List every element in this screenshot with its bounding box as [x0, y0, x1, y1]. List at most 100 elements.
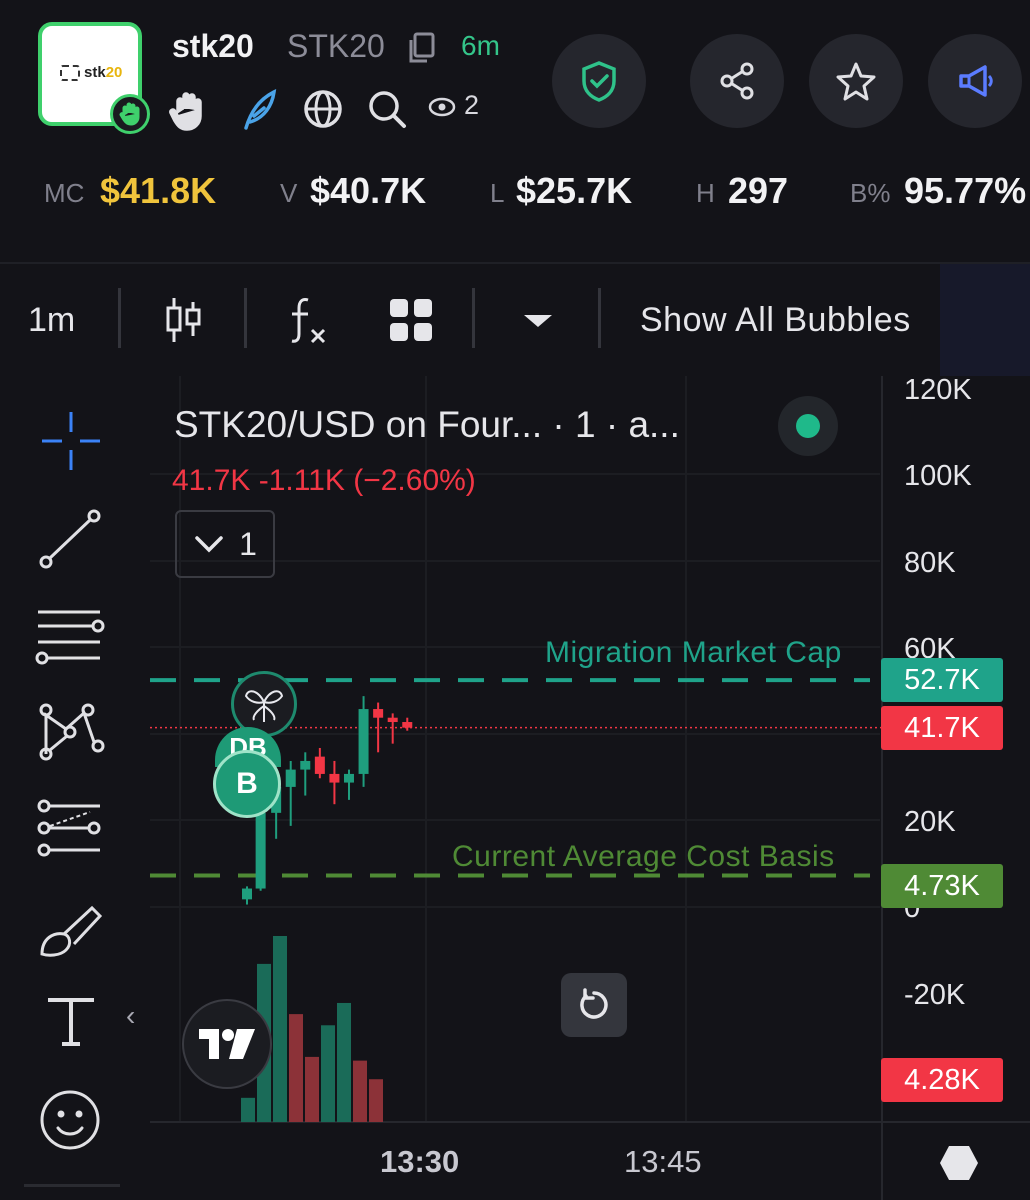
candle-body	[402, 722, 413, 728]
bonding-value: 95.77%	[904, 170, 1027, 211]
home-indicator	[24, 1184, 120, 1187]
logo-mark-icon	[60, 64, 80, 81]
text-tool-icon[interactable]	[44, 994, 98, 1055]
reset-icon	[580, 988, 608, 1019]
globe-icon[interactable]	[302, 88, 344, 135]
security-shield-button[interactable]	[552, 34, 646, 128]
layout-grid-button[interactable]	[388, 292, 434, 348]
search-icon[interactable]	[366, 88, 408, 135]
logo-text-a: stk	[84, 64, 106, 81]
y-tick-label: 100K	[904, 460, 972, 492]
share-button[interactable]	[690, 34, 784, 128]
crosshair-icon[interactable]	[38, 408, 104, 479]
reset-chart-button[interactable]	[561, 973, 627, 1037]
token-header: stk20 stk20 STK20 6m 2 MC $41.8K V $40.7…	[0, 0, 1030, 260]
grid-icon	[390, 299, 432, 341]
toolbar-overflow-fade	[940, 264, 1030, 376]
interval-label: 1m	[28, 300, 76, 339]
chart-settings-icon[interactable]	[938, 1144, 980, 1187]
star-icon	[836, 62, 876, 101]
hand-wave-icon[interactable]	[168, 88, 212, 137]
candlestick-icon	[166, 298, 201, 342]
x-tick-label: 13:45	[624, 1144, 702, 1179]
indicators-button[interactable]	[286, 292, 330, 348]
candle-body	[255, 812, 266, 889]
toolbar-separator	[118, 288, 121, 348]
token-name: stk20	[172, 28, 254, 64]
volume-bar	[289, 1014, 303, 1122]
holders-value: 297	[728, 170, 789, 211]
show-all-bubbles-label: Show All Bubbles	[640, 300, 911, 339]
candle-body	[314, 756, 325, 774]
candle-type-button[interactable]	[162, 292, 204, 348]
share-icon	[720, 62, 754, 100]
token-logo[interactable]: stk20	[38, 22, 150, 134]
volume-bar	[273, 936, 287, 1122]
indicator-count: 1	[239, 525, 257, 562]
megaphone-icon	[959, 65, 993, 97]
interval-selector[interactable]: 1m	[28, 292, 75, 348]
y-tick-label: 80K	[904, 547, 956, 579]
copy-icon[interactable]	[406, 32, 436, 69]
y-tick-label: 20K	[904, 806, 956, 838]
more-dropdown-button[interactable]	[520, 292, 556, 348]
volume-price-tag: 4.28K	[881, 1058, 1003, 1102]
volume-bar	[369, 1079, 383, 1122]
indicator-legend-toggle[interactable]: 1	[175, 510, 275, 578]
feather-icon[interactable]	[240, 88, 280, 137]
candle-body	[387, 717, 398, 723]
bonding-label: B%	[850, 178, 891, 208]
buy-bubble[interactable]: B	[213, 750, 281, 818]
token-ticker: STK20	[287, 28, 385, 64]
horizontal-lines-icon[interactable]	[34, 604, 106, 673]
chart-quote: 41.7K -1.11K (−2.60%)	[172, 464, 476, 497]
market-status-dot[interactable]	[778, 396, 838, 456]
volume-bar	[241, 1097, 255, 1122]
eye-icon	[428, 96, 456, 123]
volume-bar	[337, 1002, 351, 1122]
volume-value: $40.7K	[310, 170, 427, 211]
favorite-button[interactable]	[809, 34, 903, 128]
toolbar-separator	[598, 288, 601, 348]
migration-market-cap-label: Migration Market Cap	[545, 636, 842, 669]
x-tick-label: 13:30	[380, 1144, 460, 1179]
candle-body	[343, 773, 354, 783]
fairy-avatar-icon	[244, 690, 284, 722]
volume-label: V	[280, 178, 298, 208]
token-age: 6m	[461, 30, 500, 61]
tradingview-logo[interactable]	[182, 999, 272, 1089]
watch-count: 2	[464, 90, 480, 120]
collapse-toolbar-icon[interactable]: ‹	[126, 1000, 135, 1032]
logo-wordmark: stk20	[60, 64, 122, 81]
volume-bar	[321, 1025, 335, 1122]
logo-text-b: 20	[105, 64, 123, 81]
caret-down-icon	[524, 315, 552, 327]
mc-label: MC	[44, 178, 85, 208]
tradingview-logo-icon	[199, 1029, 255, 1059]
emoji-icon[interactable]	[38, 1088, 102, 1157]
volume-bar	[305, 1056, 319, 1122]
candle-body	[242, 888, 252, 900]
liquidity-label: L	[490, 178, 505, 208]
token-stats: MC $41.8K V $40.7K L $25.7K H 297 B% 95.…	[44, 168, 1030, 218]
candle-body	[329, 773, 340, 783]
shield-check-icon	[582, 61, 616, 102]
candle-body	[285, 769, 296, 787]
fib-retracement-icon[interactable]	[34, 796, 106, 867]
cost-basis-label: Current Average Cost Basis	[452, 840, 835, 873]
brush-icon[interactable]	[34, 898, 110, 969]
toolbar-separator	[244, 288, 247, 348]
live-indicator-icon	[796, 414, 820, 438]
promote-button[interactable]	[928, 34, 1022, 128]
current-price-tag: 41.7K	[881, 706, 1003, 750]
y-tick-label: 120K	[904, 374, 972, 406]
mc-value: $41.8K	[100, 170, 217, 211]
trend-line-icon[interactable]	[34, 506, 106, 577]
chevron-down-icon	[195, 536, 223, 553]
toolbar-separator	[472, 288, 475, 348]
y-tick-label: -20K	[904, 979, 966, 1011]
hand-badge-icon	[110, 94, 150, 134]
cost-basis-price-tag: 4.73K	[881, 864, 1003, 908]
pattern-tool-icon[interactable]	[34, 698, 106, 769]
show-all-bubbles-button[interactable]: Show All Bubbles	[640, 292, 911, 348]
